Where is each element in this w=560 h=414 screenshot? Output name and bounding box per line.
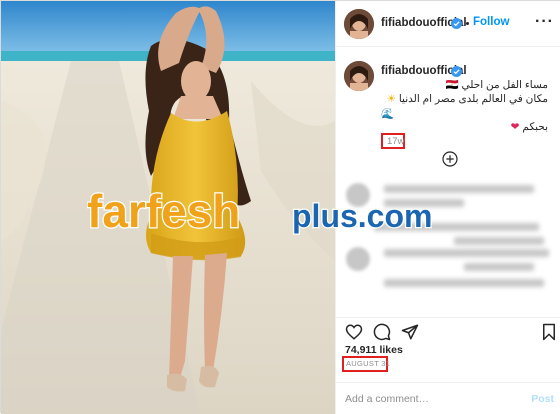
post-comment-button[interactable]: Post bbox=[531, 393, 554, 405]
post-side-panel: fifiabdouofficial Follow ··· fifiabdouof… bbox=[335, 1, 560, 414]
wave-emoji: 🌊 bbox=[381, 108, 395, 120]
post-header: fifiabdouofficial Follow ··· bbox=[336, 1, 560, 47]
plus-circle-icon[interactable] bbox=[442, 151, 458, 167]
action-bar bbox=[336, 317, 560, 345]
comment-input[interactable] bbox=[345, 391, 515, 407]
caption-line-1: مساء الفل من احلي 🇪🇬 bbox=[445, 79, 548, 91]
caption-line-2: مكان في العالم بلدى مصر ام الدنيا ☀ bbox=[386, 93, 548, 105]
caption-line-3: 🌊 bbox=[381, 107, 461, 120]
beach-photo-illustration bbox=[1, 1, 335, 414]
verified-badge-icon bbox=[451, 18, 462, 29]
follow-button[interactable]: Follow bbox=[473, 16, 509, 28]
bookmark-icon[interactable] bbox=[540, 323, 558, 341]
post-date[interactable]: AUGUST 31 bbox=[346, 359, 390, 368]
avatar[interactable] bbox=[344, 9, 374, 39]
likes-count[interactable]: 74,911 likes bbox=[345, 344, 403, 356]
comment-bar: Post bbox=[336, 382, 560, 414]
instagram-post: farfesh plus.com fifiabdouofficial Follo… bbox=[0, 0, 560, 414]
verified-badge-icon bbox=[451, 66, 462, 77]
more-options-icon[interactable]: ··· bbox=[535, 13, 554, 31]
post-time[interactable]: 17w bbox=[387, 136, 404, 147]
sun-emoji: ☀ bbox=[386, 93, 396, 105]
blurred-comment bbox=[344, 275, 554, 315]
post-photo[interactable] bbox=[1, 1, 335, 414]
caption-area: fifiabdouofficial مساء الفل من احلي 🇪🇬 م… bbox=[336, 47, 560, 317]
follow-separator bbox=[466, 22, 469, 25]
comment-icon[interactable] bbox=[373, 323, 391, 341]
blurred-comment bbox=[344, 179, 554, 219]
heart-emoji: ❤ bbox=[510, 121, 520, 133]
paper-plane-icon[interactable] bbox=[401, 323, 419, 341]
caption-line-4: بحبكم ❤ bbox=[510, 121, 548, 133]
heart-icon[interactable] bbox=[345, 323, 363, 341]
